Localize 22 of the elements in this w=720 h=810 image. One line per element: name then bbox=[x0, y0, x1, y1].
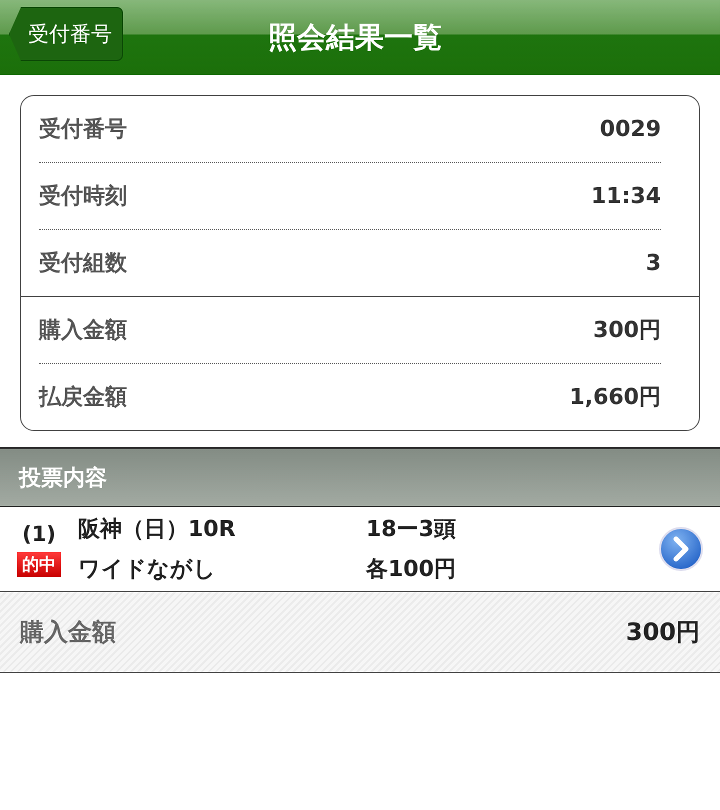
row-value: 0029 bbox=[600, 116, 661, 142]
hit-badge: 的中 bbox=[17, 552, 61, 576]
row-label: 購入金額 bbox=[39, 317, 127, 345]
row-value: 11:34 bbox=[590, 184, 661, 208]
chevron-right-icon[interactable] bbox=[658, 526, 704, 572]
race-name: 阪神（日）10R bbox=[78, 516, 237, 544]
bet-amount: 各100円 bbox=[366, 556, 457, 584]
row-value: 3 bbox=[646, 250, 661, 276]
bet-number: (1) bbox=[22, 522, 56, 546]
total-label: 購入金額 bbox=[20, 617, 116, 648]
section-title: 投票内容 bbox=[19, 464, 107, 492]
row-value: 1,660円 bbox=[569, 384, 661, 412]
row-label: 受付時刻 bbox=[39, 183, 127, 211]
horse-count: 18ー3頭 bbox=[366, 516, 457, 544]
row-label: 受付組数 bbox=[39, 250, 127, 278]
row-label: 受付番号 bbox=[39, 116, 127, 144]
back-button[interactable]: 受付番号 bbox=[9, 7, 123, 61]
page-title: 照会結果一覧 bbox=[268, 18, 442, 56]
row-label: 払戻金額 bbox=[39, 384, 127, 412]
bet-type: ワイドながし bbox=[78, 556, 217, 584]
total-value: 300円 bbox=[626, 617, 700, 648]
row-value: 300円 bbox=[593, 317, 661, 345]
